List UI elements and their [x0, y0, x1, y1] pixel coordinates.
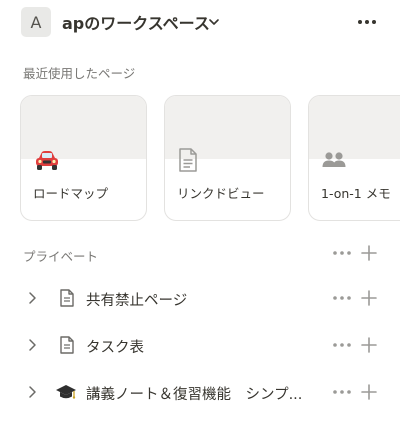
more-icon[interactable] — [352, 12, 382, 32]
card-title: リンクドビュー — [177, 186, 265, 201]
sidebar-page-row[interactable]: 共有禁止ページ — [0, 278, 400, 318]
plus-icon[interactable] — [359, 335, 379, 355]
recent-card[interactable]: リンクドビュー — [164, 95, 291, 221]
plus-icon[interactable] — [359, 382, 379, 402]
workspace-name[interactable]: apのワークスペース — [62, 10, 210, 34]
more-icon[interactable] — [331, 336, 353, 354]
graduation-cap-icon — [56, 385, 76, 399]
recent-card[interactable]: 1-on-1 メモ — [308, 95, 400, 221]
page-title: タスク表 — [86, 340, 144, 356]
recent-cards: ロードマップ リンクドビュー 1-on-1 メモ — [20, 95, 400, 225]
more-icon[interactable] — [331, 244, 353, 262]
plus-icon[interactable] — [359, 288, 379, 308]
chevron-right-icon[interactable] — [27, 385, 37, 399]
chevron-right-icon[interactable] — [27, 338, 37, 352]
document-icon — [179, 148, 197, 172]
workspace-header[interactable]: A apのワークスペース — [0, 0, 400, 46]
private-section-label: プライベート — [23, 249, 99, 264]
workspace-avatar[interactable]: A — [21, 7, 51, 37]
sidebar-page-row[interactable]: タスク表 — [0, 325, 400, 365]
recent-card[interactable]: ロードマップ — [20, 95, 147, 221]
chevron-down-icon[interactable] — [208, 17, 220, 27]
card-title: 1-on-1 メモ — [321, 186, 391, 201]
document-icon — [60, 336, 74, 354]
chevron-right-icon[interactable] — [27, 291, 37, 305]
car-emoji-icon — [36, 151, 58, 170]
recent-section-label: 最近使用したページ — [23, 66, 136, 81]
page-title: 講義ノート＆復習機能 シンプ... — [86, 387, 303, 403]
more-icon[interactable] — [331, 289, 353, 307]
card-title: ロードマップ — [33, 186, 109, 201]
people-icon — [322, 152, 346, 167]
sidebar-page-row[interactable]: 講義ノート＆復習機能 シンプ... — [0, 372, 400, 412]
more-icon[interactable] — [331, 383, 353, 401]
plus-icon[interactable] — [359, 243, 379, 263]
document-icon — [60, 289, 74, 307]
page-title: 共有禁止ページ — [86, 293, 188, 309]
